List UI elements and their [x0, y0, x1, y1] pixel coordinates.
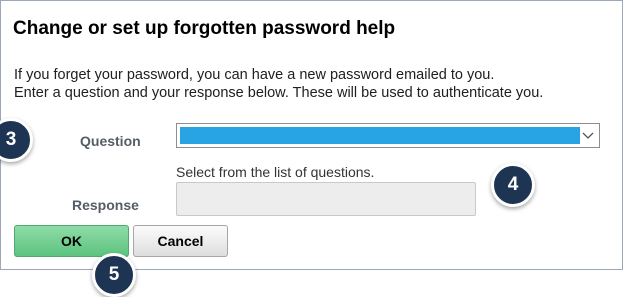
- question-hint: Select from the list of questions.: [176, 164, 375, 180]
- instruction-line-1: If you forget your password, you can hav…: [14, 67, 495, 83]
- step-badge-5: 5: [92, 253, 136, 297]
- page-title: Change or set up forgotten password help: [13, 18, 396, 39]
- question-label: Question: [80, 133, 141, 149]
- cancel-button[interactable]: Cancel: [133, 225, 228, 257]
- chevron-down-icon[interactable]: [582, 130, 594, 140]
- instruction-line-2: Enter a question and your response below…: [14, 85, 544, 101]
- response-input[interactable]: [176, 182, 476, 216]
- step-badge-3: 3: [0, 118, 33, 162]
- step-badge-4: 4: [491, 163, 535, 207]
- selected-option: [180, 127, 580, 144]
- response-label: Response: [72, 197, 139, 213]
- question-select[interactable]: [176, 123, 600, 148]
